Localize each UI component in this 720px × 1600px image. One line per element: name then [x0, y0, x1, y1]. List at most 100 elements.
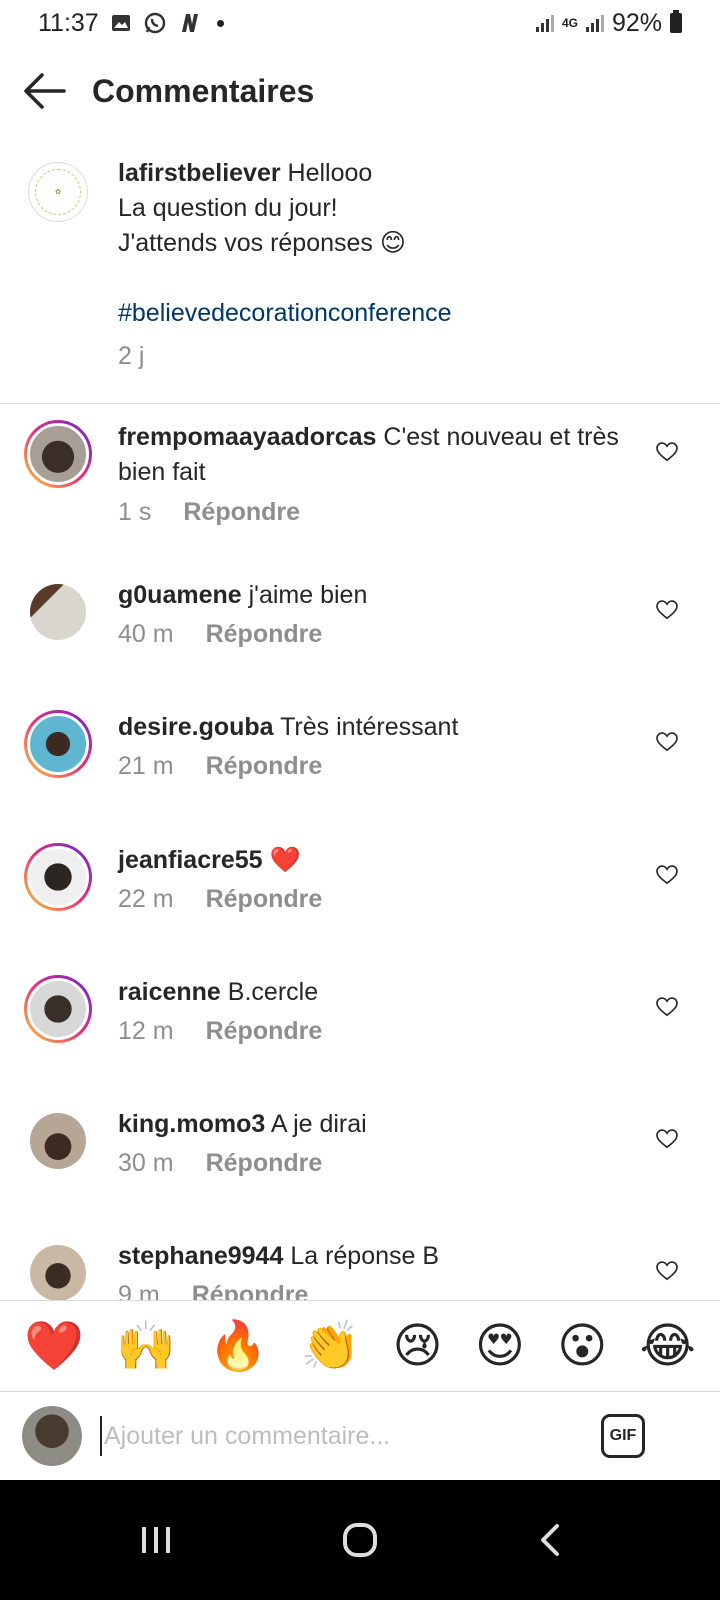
comment-time: 22 m: [118, 885, 174, 913]
caption-text: lafirstbeliever Hellooo La question du j…: [118, 156, 698, 331]
comment-meta: 22 m Répondre: [118, 885, 322, 914]
comment-meta: 1 s Répondre: [118, 498, 300, 527]
comment-time: 30 m: [118, 1149, 174, 1177]
caption-line2: La question du jour!: [118, 194, 338, 222]
comment-text: king.momo3 A je dirai: [118, 1107, 638, 1142]
heart-icon[interactable]: [656, 732, 678, 752]
comment-item: frempomaayaadorcas C'est nouveau et très…: [0, 420, 720, 540]
comment-text: raicenne B.cercle: [118, 975, 638, 1010]
netflix-n-icon: [181, 14, 198, 32]
comment-username[interactable]: raicenne: [118, 978, 221, 1006]
heart-icon[interactable]: [656, 442, 678, 462]
emoji-heart[interactable]: ❤️: [24, 1316, 84, 1376]
back-arrow-icon[interactable]: [22, 70, 68, 112]
chevron-left-icon: [541, 1524, 559, 1556]
recent-apps-button[interactable]: [116, 1504, 196, 1576]
emoji-crying[interactable]: 😢: [393, 1316, 443, 1376]
signal-2-icon: [585, 14, 604, 32]
reply-button[interactable]: Répondre: [206, 752, 323, 781]
caption-time: 2 j: [118, 342, 145, 370]
avatar[interactable]: [24, 1107, 92, 1175]
reply-button[interactable]: Répondre: [183, 498, 300, 527]
heart-icon[interactable]: [656, 1129, 678, 1149]
signal-icon: [535, 14, 554, 32]
reply-button[interactable]: Répondre: [206, 620, 323, 649]
system-nav-bar: [0, 1480, 720, 1600]
emoji-laughing[interactable]: 😂: [640, 1316, 696, 1376]
comment-username[interactable]: desire.gouba: [118, 713, 274, 741]
comment-text: g0uamene j'aime bien: [118, 578, 638, 613]
comment-text: jeanfiacre55 ❤️: [118, 843, 638, 878]
comment-time: 1 s: [118, 498, 152, 526]
comment-body: La réponse B: [290, 1242, 440, 1270]
heart-icon[interactable]: [656, 865, 678, 885]
status-bar: 11:37 4G 92%: [0, 0, 720, 46]
comment-composer: GIF: [0, 1392, 720, 1480]
battery-icon: [670, 10, 682, 33]
caption-line3: J'attends vos réponses 😊: [118, 229, 406, 257]
comment-meta: 12 m Répondre: [118, 1017, 322, 1046]
comment-item: jeanfiacre55 ❤️ 22 m Répondre: [0, 843, 720, 963]
system-back-button[interactable]: [510, 1504, 590, 1576]
avatar[interactable]: [24, 843, 92, 911]
comment-item: desire.gouba Très intéressant 21 m Répon…: [0, 710, 720, 830]
caption-avatar[interactable]: ✿: [28, 162, 88, 222]
heart-icon[interactable]: [656, 600, 678, 620]
comment-body: Très intéressant: [280, 713, 459, 741]
avatar[interactable]: [24, 420, 92, 488]
avatar: [22, 1406, 82, 1466]
comment-input[interactable]: [100, 1416, 580, 1456]
comment-username[interactable]: stephane9944: [118, 1242, 283, 1270]
comment-time: 40 m: [118, 620, 174, 648]
emoji-fire[interactable]: 🔥: [208, 1316, 268, 1376]
logo-icon: ✿: [35, 169, 81, 215]
page-title: Commentaires: [92, 72, 315, 109]
heart-icon[interactable]: [656, 1261, 678, 1281]
avatar[interactable]: [24, 578, 92, 646]
emoji-heart-eyes[interactable]: 😍: [475, 1316, 525, 1376]
gallery-icon: [111, 15, 130, 31]
reply-button[interactable]: Répondre: [206, 1017, 323, 1046]
header: Commentaires: [0, 56, 720, 126]
caption-username[interactable]: lafirstbeliever: [118, 159, 281, 187]
reply-button[interactable]: Répondre: [192, 1281, 309, 1300]
network-type: 4G: [561, 16, 578, 30]
reply-button[interactable]: Répondre: [206, 885, 323, 914]
status-time: 11:37: [38, 8, 99, 37]
avatar[interactable]: [24, 1239, 92, 1300]
emoji-clapping[interactable]: 👏: [300, 1316, 360, 1376]
notification-dot-icon: [216, 19, 224, 27]
comment-body: A je dirai: [270, 1110, 367, 1138]
comment-meta: 30 m Répondre: [118, 1149, 322, 1178]
comment-meta: 9 m Répondre: [118, 1281, 308, 1300]
caption-hashtag[interactable]: #believedecorationconference: [118, 296, 698, 331]
comment-text: desire.gouba Très intéressant: [118, 710, 638, 745]
home-icon: [343, 1523, 377, 1557]
comment-time: 12 m: [118, 1017, 174, 1045]
home-button[interactable]: [320, 1504, 400, 1576]
comment-item: g0uamene j'aime bien 40 m Répondre: [0, 578, 720, 698]
comment-item: raicenne B.cercle 12 m Répondre: [0, 975, 720, 1095]
avatar[interactable]: [24, 975, 92, 1043]
comment-username[interactable]: frempomaayaadorcas: [118, 423, 376, 451]
gif-button[interactable]: GIF: [601, 1414, 645, 1458]
comment-meta: 40 m Répondre: [118, 620, 322, 649]
comment-text: stephane9944 La réponse B: [118, 1239, 638, 1274]
comment-meta: 21 m Répondre: [118, 752, 322, 781]
recent-apps-icon: [142, 1527, 170, 1553]
comment-username[interactable]: king.momo3: [118, 1110, 265, 1138]
whatsapp-icon: [144, 12, 165, 34]
avatar[interactable]: [24, 710, 92, 778]
comment-username[interactable]: g0uamene: [118, 581, 242, 609]
comment-item: king.momo3 A je dirai 30 m Répondre: [0, 1107, 720, 1227]
comment-time: 9 m: [118, 1281, 160, 1300]
comment-body: B.cercle: [227, 978, 319, 1006]
heart-icon[interactable]: [656, 997, 678, 1017]
comment-username[interactable]: jeanfiacre55: [118, 846, 263, 874]
comment-item: stephane9944 La réponse B 9 m Répondre: [0, 1239, 720, 1300]
emoji-raising-hands[interactable]: 🙌: [116, 1316, 176, 1376]
reply-button[interactable]: Répondre: [206, 1149, 323, 1178]
emoji-bar: ❤️ 🙌 🔥 👏 😢 😍 😮 😂: [0, 1300, 720, 1392]
emoji-surprised[interactable]: 😮: [557, 1316, 607, 1376]
comment-time: 21 m: [118, 752, 174, 780]
